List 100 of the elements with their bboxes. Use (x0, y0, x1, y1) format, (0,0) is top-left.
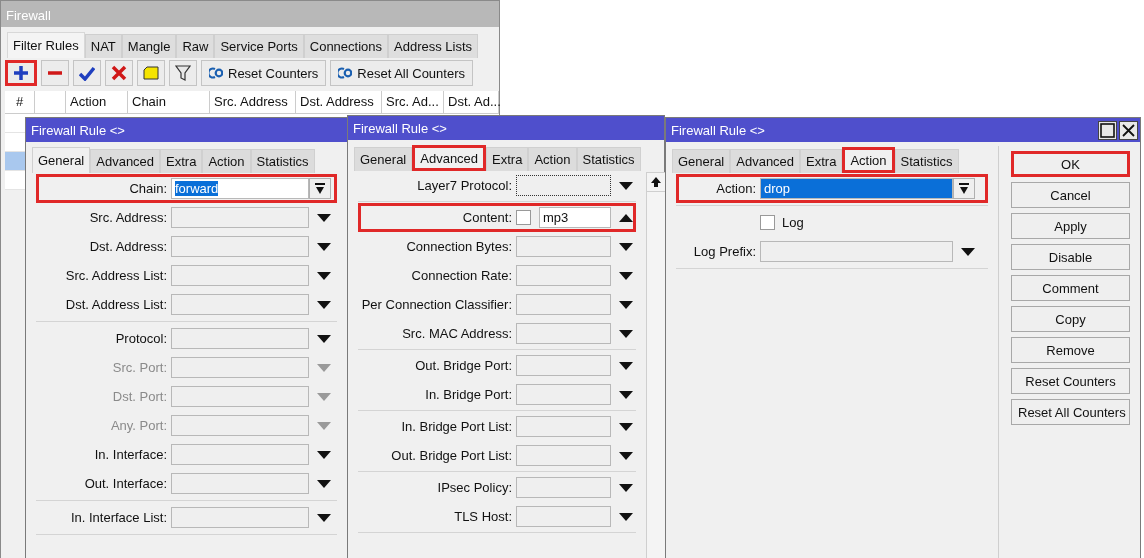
dialog-button[interactable]: Remove (1011, 337, 1130, 363)
dropdown-arrow-icon (317, 271, 331, 280)
column-header[interactable]: Dst. Address (296, 91, 382, 113)
comment-button[interactable] (137, 60, 165, 86)
column-header[interactable]: # (5, 91, 35, 113)
add-button[interactable] (5, 60, 37, 86)
tab[interactable]: Statistics (250, 149, 315, 173)
tab[interactable]: General (32, 147, 91, 173)
maximize-button[interactable] (1098, 120, 1117, 140)
input-field[interactable] (171, 473, 309, 494)
tab[interactable]: General (354, 147, 413, 171)
tab[interactable]: Advanced (412, 145, 487, 171)
dialog-button[interactable]: Reset All Counters (1011, 399, 1130, 425)
close-button[interactable] (1119, 120, 1138, 140)
tab[interactable]: Action (202, 149, 251, 173)
input-field[interactable] (171, 236, 309, 257)
column-header[interactable]: Chain (128, 91, 210, 113)
tab[interactable]: NAT (84, 34, 122, 58)
scrollbar[interactable] (646, 172, 666, 558)
tab[interactable]: Address Lists (388, 34, 479, 58)
column-header[interactable]: Src. Address (210, 91, 296, 113)
tab[interactable]: Connections (303, 34, 389, 58)
reset-counters-button[interactable]: Reset All Counters (330, 60, 473, 86)
input-field[interactable] (171, 328, 309, 349)
dialog-button[interactable]: Cancel (1011, 182, 1130, 208)
tab[interactable]: Statistics (576, 147, 641, 171)
tab[interactable]: Extra (160, 149, 203, 173)
dialog-button[interactable]: Apply (1011, 213, 1130, 239)
dropdown-arrow-icon (619, 512, 633, 521)
check-icon (79, 65, 95, 81)
field-label: Content: (461, 210, 513, 225)
input-field[interactable] (516, 323, 611, 344)
input-field[interactable] (171, 444, 309, 465)
field-label: Out. Bridge Port: (414, 358, 513, 373)
input-field[interactable] (171, 386, 309, 407)
input-field[interactable] (516, 294, 611, 315)
checkbox-label[interactable]: Log (782, 215, 804, 230)
dialog-button[interactable]: Reset Counters (1011, 368, 1130, 394)
input-field[interactable] (760, 241, 953, 262)
up-arrow-icon (651, 177, 661, 187)
dialog-button[interactable]: Comment (1011, 275, 1130, 301)
remove-button[interactable] (41, 60, 69, 86)
input-field[interactable] (516, 236, 611, 257)
input-field[interactable] (516, 355, 611, 376)
tab[interactable]: General (672, 149, 731, 173)
tab[interactable]: Mangle (121, 34, 177, 58)
tab[interactable]: Extra (800, 149, 843, 173)
input-field[interactable] (516, 477, 611, 498)
field-label: In. Bridge Port List: (400, 419, 513, 434)
filter-button[interactable] (169, 60, 197, 86)
note-icon (143, 66, 159, 80)
dialog-button[interactable]: Disable (1011, 244, 1130, 270)
input-field[interactable] (171, 207, 309, 228)
tab[interactable]: Action (842, 147, 895, 173)
tab[interactable]: Statistics (894, 149, 959, 173)
dropdown-arrow-icon (317, 300, 331, 309)
field-label: Out. Interface: (83, 476, 168, 491)
maximize-icon (1099, 121, 1116, 139)
up-arrow-icon (619, 213, 633, 222)
field-label: Src. Address List: (64, 268, 168, 283)
dialog-button[interactable]: Copy (1011, 306, 1130, 332)
tab[interactable]: Filter Rules (7, 32, 85, 58)
field-label: In. Interface List: (69, 510, 168, 525)
tab[interactable]: Raw (176, 34, 215, 58)
input-field[interactable] (171, 294, 309, 315)
input-field[interactable] (516, 265, 611, 286)
dropdown-button[interactable] (953, 178, 975, 199)
tab[interactable]: Action (528, 147, 577, 171)
input-field[interactable]: mp3 (539, 207, 611, 228)
field-label: Per Connection Classifier: (361, 297, 513, 312)
tab[interactable]: Advanced (730, 149, 801, 173)
checkbox[interactable] (516, 210, 531, 225)
tab[interactable]: Advanced (90, 149, 161, 173)
reset-counters-button[interactable]: Reset Counters (201, 60, 327, 86)
column-header[interactable]: Src. Ad... (382, 91, 444, 113)
tab[interactable]: Extra (486, 147, 529, 171)
input-field[interactable] (171, 507, 309, 528)
dialog-button[interactable]: OK (1011, 151, 1130, 177)
checkbox[interactable] (760, 215, 775, 230)
input-field[interactable] (171, 357, 309, 378)
input-field[interactable] (171, 265, 309, 286)
tab[interactable]: Service Ports (214, 34, 304, 58)
disable-button[interactable] (105, 60, 133, 86)
input-field[interactable] (516, 175, 611, 196)
dropdown-arrow-icon (317, 513, 331, 522)
input-field[interactable]: forward (171, 178, 309, 199)
dropdown-arrow-icon (619, 181, 633, 190)
column-header[interactable]: Dst. Ad... (444, 91, 499, 113)
input-field[interactable] (516, 506, 611, 527)
dropdown-button[interactable] (309, 178, 331, 199)
enable-button[interactable] (73, 60, 101, 86)
input-field[interactable] (171, 415, 309, 436)
input-field[interactable] (516, 445, 611, 466)
field-label: Dst. Address List: (64, 297, 168, 312)
input-field[interactable] (516, 384, 611, 405)
field-label: Protocol: (114, 331, 168, 346)
input-field[interactable] (516, 416, 611, 437)
field-label: IPsec Policy: (436, 480, 513, 495)
column-header[interactable]: Action (66, 91, 128, 113)
input-field[interactable]: drop (760, 178, 953, 199)
